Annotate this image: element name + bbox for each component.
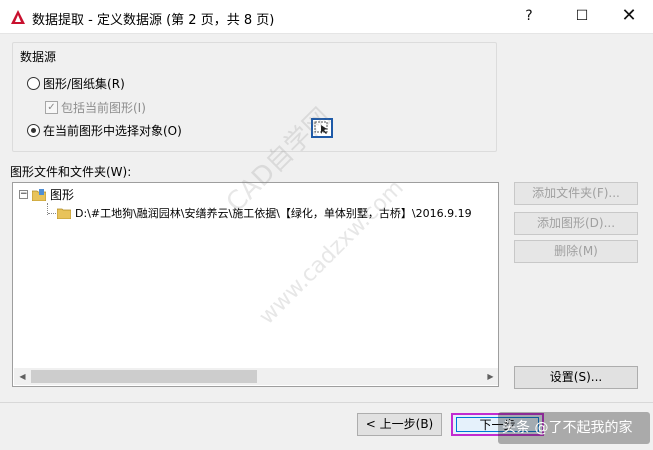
tree-file-item[interactable]: D:\#工地狗\融润园林\安缮养云\施工依据\【绿化，单体别墅，古桥】\2016… (57, 205, 472, 221)
folder-icon (32, 188, 46, 201)
radio-drawings-sheetset[interactable]: 图形/图纸集(R) (27, 75, 125, 92)
remove-button[interactable]: 删除(M) (514, 240, 638, 263)
checkbox-include-current: ✓ 包括当前图形(I) (45, 99, 146, 116)
window-title: 数据提取 - 定义数据源 (第 2 页，共 8 页) (32, 13, 275, 28)
radio-drawings-label: 图形/图纸集(R) (43, 77, 125, 91)
tree-root-item[interactable]: − 图形 (19, 186, 74, 203)
title-bar: 数据提取 - 定义数据源 (第 2 页，共 8 页) ? ☐ ✕ (0, 0, 653, 34)
autocad-logo-icon (11, 10, 25, 24)
radio-checked-icon (27, 124, 40, 137)
files-list-label: 图形文件和文件夹(W): (10, 165, 132, 179)
maximize-button[interactable]: ☐ (559, 0, 605, 32)
tree-file-path: D:\#工地狗\融润园林\安缮养云\施工依据\【绿化，单体别墅，古桥】\2016… (75, 207, 472, 220)
back-button[interactable]: < 上一步(B) (357, 413, 442, 436)
files-tree[interactable]: − 图形 D:\#工地狗\融润园林\安缮养云\施工依据\【绿化，单体别墅，古桥】… (12, 182, 499, 387)
scroll-thumb[interactable] (31, 370, 257, 383)
help-button[interactable]: ? (506, 0, 552, 32)
include-current-label: 包括当前图形(I) (61, 101, 146, 115)
close-button[interactable]: ✕ (606, 0, 652, 32)
scroll-left-icon[interactable]: ◀ (14, 368, 31, 385)
radio-select-objects[interactable]: 在当前图形中选择对象(O) (27, 122, 182, 139)
brand-watermark: 头条 @了不起我的家 (498, 412, 650, 444)
settings-button[interactable]: 设置(S)... (514, 366, 638, 389)
add-folder-button[interactable]: 添加文件夹(F)... (514, 182, 638, 205)
radio-unchecked-icon (27, 77, 40, 90)
add-drawing-button[interactable]: 添加图形(D)... (514, 212, 638, 235)
tree-root-label: 图形 (50, 188, 75, 202)
footer-divider (0, 402, 653, 403)
collapse-icon[interactable]: − (19, 190, 28, 199)
checkmark-icon: ✓ (45, 101, 58, 114)
data-source-group-title: 数据源 (20, 50, 57, 64)
radio-select-objects-label: 在当前图形中选择对象(O) (43, 124, 182, 138)
scroll-right-icon[interactable]: ▶ (482, 368, 498, 385)
horizontal-scrollbar[interactable]: ◀ ▶ (14, 368, 498, 385)
folder-icon (57, 208, 71, 219)
